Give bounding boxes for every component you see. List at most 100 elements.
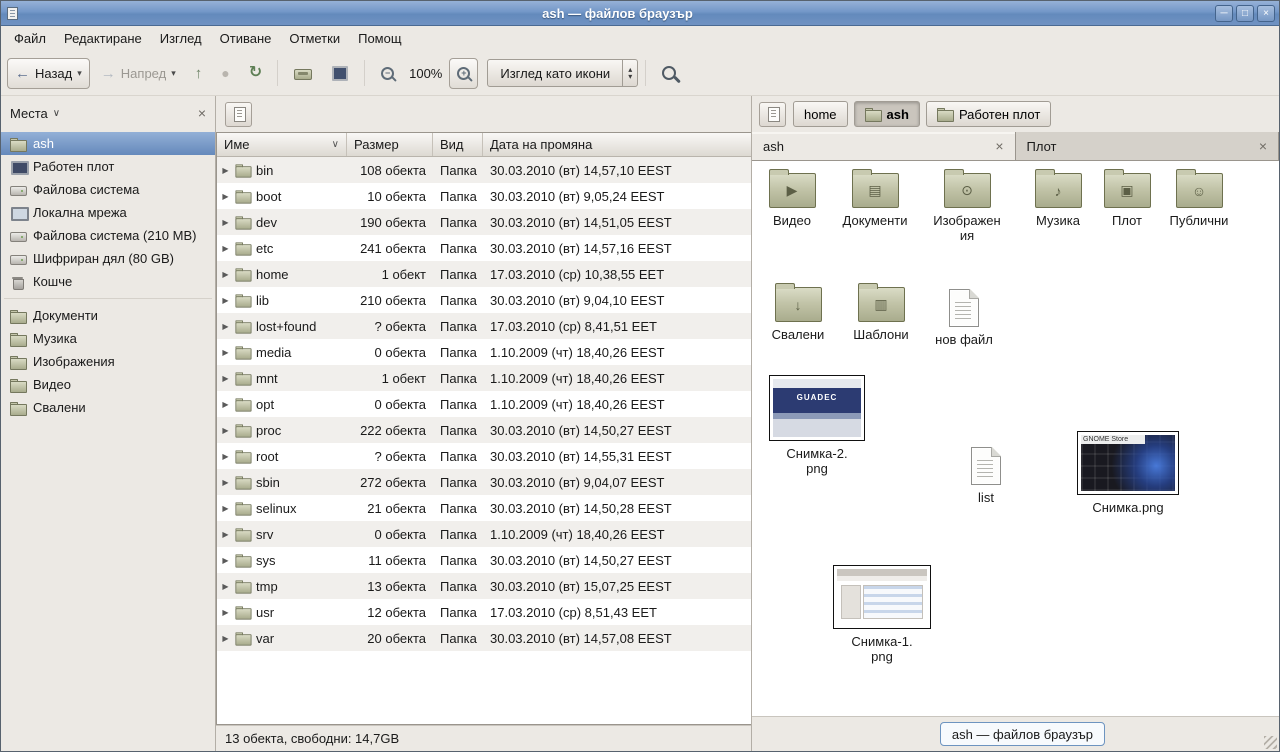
reload-button[interactable]: ↻ bbox=[241, 58, 270, 89]
icon-view[interactable]: ▶ Видео ▤ Документи ⊙ Изображения ♪ Музи… bbox=[752, 161, 1279, 717]
icon-item-0[interactable]: ▶ Видео bbox=[754, 173, 830, 228]
table-row[interactable]: ▶ proc 222 обекта Папка 30.03.2010 (вт) … bbox=[217, 417, 751, 443]
expander-icon[interactable]: ▶ bbox=[221, 270, 230, 279]
expander-icon[interactable]: ▶ bbox=[221, 426, 230, 435]
expander-icon[interactable]: ▶ bbox=[221, 478, 230, 487]
expander-icon[interactable]: ▶ bbox=[221, 244, 230, 253]
table-row[interactable]: ▶ opt 0 обекта Папка 1.10.2009 (чт) 18,4… bbox=[217, 391, 751, 417]
icon-item-7[interactable]: ▥ Шаблони bbox=[842, 287, 920, 342]
zoom-in-button[interactable]: + bbox=[449, 58, 478, 89]
table-row[interactable]: ▶ boot 10 обекта Папка 30.03.2010 (вт) 9… bbox=[217, 183, 751, 209]
menu-item-4[interactable]: Отметки bbox=[280, 27, 349, 50]
places-title[interactable]: Места bbox=[10, 106, 48, 121]
icon-item-8[interactable]: нов файл bbox=[930, 289, 998, 347]
expander-icon[interactable]: ▶ bbox=[221, 452, 230, 461]
sidebar-item-2[interactable]: Файлова система bbox=[1, 178, 215, 201]
expander-icon[interactable]: ▶ bbox=[221, 634, 230, 643]
resize-grip[interactable] bbox=[1264, 736, 1277, 749]
breadcrumb-1[interactable]: ash bbox=[854, 101, 920, 127]
table-row[interactable]: ▶ var 20 обекта Папка 30.03.2010 (вт) 14… bbox=[217, 625, 751, 651]
computer-button[interactable] bbox=[323, 58, 357, 89]
table-row[interactable]: ▶ selinux 21 обекта Папка 30.03.2010 (вт… bbox=[217, 495, 751, 521]
tab-1[interactable]: Плот × bbox=[1016, 132, 1280, 160]
column-header-type[interactable]: Вид bbox=[433, 133, 483, 156]
icon-item-12[interactable]: Снимка-1.png bbox=[828, 565, 936, 664]
table-row[interactable]: ▶ lib 210 обекта Папка 30.03.2010 (вт) 9… bbox=[217, 287, 751, 313]
table-row[interactable]: ▶ dev 190 обекта Папка 30.03.2010 (вт) 1… bbox=[217, 209, 751, 235]
breadcrumb-2[interactable]: Работен плот bbox=[926, 101, 1051, 127]
sidebar-item-1[interactable]: Работен плот bbox=[1, 155, 215, 178]
expander-icon[interactable]: ▶ bbox=[221, 192, 230, 201]
sidebar-item-5[interactable]: Шифриран дял (80 GB) bbox=[1, 247, 215, 270]
table-row[interactable]: ▶ etc 241 обекта Папка 30.03.2010 (вт) 1… bbox=[217, 235, 751, 261]
column-header-size[interactable]: Размер bbox=[347, 133, 433, 156]
sidebar-item-9[interactable]: Изображения bbox=[1, 350, 215, 373]
icon-item-11[interactable]: GNOME Store Снимка.png bbox=[1072, 431, 1184, 515]
sidebar-item-10[interactable]: Видео bbox=[1, 373, 215, 396]
sidebar-item-6[interactable]: Кошче bbox=[1, 270, 215, 293]
tab-close-button[interactable]: × bbox=[995, 139, 1003, 153]
icon-item-2[interactable]: ⊙ Изображения bbox=[930, 173, 1004, 243]
icon-item-3[interactable]: ♪ Музика bbox=[1022, 173, 1094, 228]
sidebar-item-11[interactable]: Свалени bbox=[1, 396, 215, 419]
table-row[interactable]: ▶ tmp 13 обекта Папка 30.03.2010 (вт) 15… bbox=[217, 573, 751, 599]
table-row[interactable]: ▶ lost+found ? обекта Папка 17.03.2010 (… bbox=[217, 313, 751, 339]
table-row[interactable]: ▶ media 0 обекта Папка 1.10.2009 (чт) 18… bbox=[217, 339, 751, 365]
table-row[interactable]: ▶ sys 11 обекта Папка 30.03.2010 (вт) 14… bbox=[217, 547, 751, 573]
forward-button[interactable]: → Напред ▾ bbox=[93, 58, 184, 89]
expander-icon[interactable]: ▶ bbox=[221, 530, 230, 539]
sidebar-item-4[interactable]: Файлова система (210 MB) bbox=[1, 224, 215, 247]
expander-icon[interactable]: ▶ bbox=[221, 400, 230, 409]
table-row[interactable]: ▶ mnt 1 обект Папка 1.10.2009 (чт) 18,40… bbox=[217, 365, 751, 391]
menu-item-5[interactable]: Помощ bbox=[349, 27, 410, 50]
icon-item-5[interactable]: ☺ Публични bbox=[1160, 173, 1238, 228]
expander-icon[interactable]: ▶ bbox=[221, 504, 230, 513]
table-row[interactable]: ▶ usr 12 обекта Папка 17.03.2010 (ср) 8,… bbox=[217, 599, 751, 625]
stop-button[interactable]: ● bbox=[213, 58, 237, 89]
sidebar-item-7[interactable]: Документи bbox=[1, 304, 215, 327]
menu-item-0[interactable]: Файл bbox=[5, 27, 55, 50]
expander-icon[interactable]: ▶ bbox=[221, 582, 230, 591]
breadcrumb-0[interactable]: home bbox=[793, 101, 848, 127]
icon-item-6[interactable]: ↓ Свалени bbox=[760, 287, 836, 342]
table-row[interactable]: ▶ root ? обекта Папка 30.03.2010 (вт) 14… bbox=[217, 443, 751, 469]
view-mode-spinner[interactable]: ▴ ▾ bbox=[622, 60, 637, 86]
table-row[interactable]: ▶ srv 0 обекта Папка 1.10.2009 (чт) 18,4… bbox=[217, 521, 751, 547]
tab-close-button[interactable]: × bbox=[1259, 139, 1267, 153]
icon-item-9[interactable]: GUADEC Снимка-2.png bbox=[764, 375, 870, 476]
close-button[interactable]: × bbox=[1257, 5, 1275, 22]
menu-item-2[interactable]: Изглед bbox=[151, 27, 211, 50]
expander-icon[interactable]: ▶ bbox=[221, 322, 230, 331]
search-button[interactable] bbox=[654, 58, 684, 89]
back-button[interactable]: ← Назад ▾ bbox=[7, 58, 90, 89]
tab-0[interactable]: ash × bbox=[752, 132, 1016, 160]
column-header-modified[interactable]: Дата на промяна bbox=[483, 133, 751, 156]
expander-icon[interactable]: ▶ bbox=[221, 608, 230, 617]
zoom-out-button[interactable]: − bbox=[373, 58, 402, 89]
sidebar-item-0[interactable]: ash bbox=[1, 132, 215, 155]
expander-icon[interactable]: ▶ bbox=[221, 296, 230, 305]
up-button[interactable]: ↑ bbox=[187, 58, 211, 89]
table-row[interactable]: ▶ sbin 272 обекта Папка 30.03.2010 (вт) … bbox=[217, 469, 751, 495]
sidebar-item-8[interactable]: Музика bbox=[1, 327, 215, 350]
menu-item-3[interactable]: Отиване bbox=[211, 27, 281, 50]
table-row[interactable]: ▶ home 1 обект Папка 17.03.2010 (ср) 10,… bbox=[217, 261, 751, 287]
places-caret-icon[interactable]: ∨ bbox=[53, 108, 60, 119]
icon-item-1[interactable]: ▤ Документи bbox=[834, 173, 916, 228]
maximize-button[interactable]: □ bbox=[1236, 5, 1254, 22]
location-bar-toggle-button[interactable] bbox=[225, 102, 252, 127]
expander-icon[interactable]: ▶ bbox=[221, 218, 230, 227]
expander-icon[interactable]: ▶ bbox=[221, 348, 230, 357]
sidebar-close-button[interactable]: × bbox=[198, 105, 206, 121]
expander-icon[interactable]: ▶ bbox=[221, 556, 230, 565]
back-dropdown-icon[interactable]: ▾ bbox=[77, 68, 82, 79]
table-row[interactable]: ▶ bin 108 обекта Папка 30.03.2010 (вт) 1… bbox=[217, 157, 751, 183]
sidebar-item-3[interactable]: Локална мрежа bbox=[1, 201, 215, 224]
view-mode-select[interactable]: Изглед като икони ▴ ▾ bbox=[487, 59, 638, 87]
expander-icon[interactable]: ▶ bbox=[221, 374, 230, 383]
minimize-button[interactable]: ─ bbox=[1215, 5, 1233, 22]
icon-item-10[interactable]: list bbox=[954, 447, 1018, 505]
location-bar-toggle-button-right[interactable] bbox=[759, 102, 786, 127]
column-header-name[interactable]: Име ∨ bbox=[217, 133, 347, 156]
expander-icon[interactable]: ▶ bbox=[221, 166, 230, 175]
